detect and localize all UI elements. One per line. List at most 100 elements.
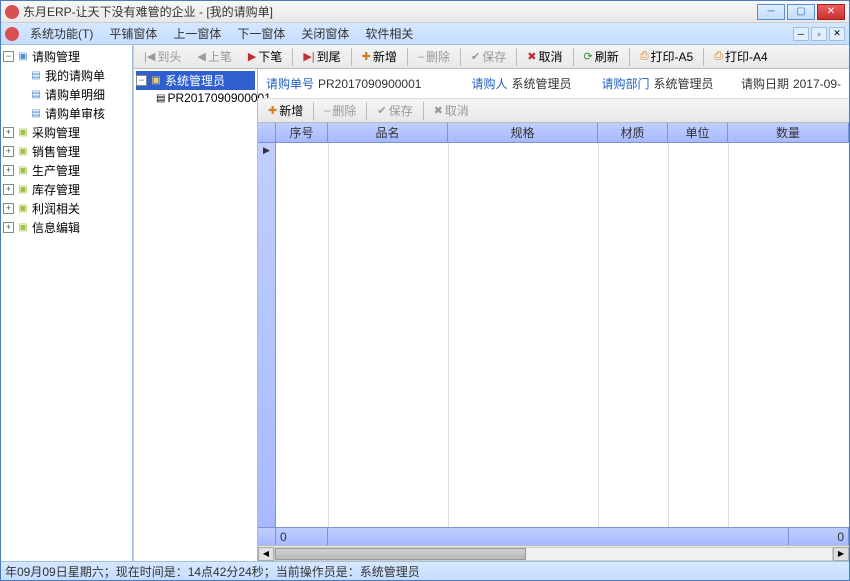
detail-save-button[interactable]: ✔保存 <box>370 99 419 122</box>
plus-icon: ✚ <box>362 50 371 63</box>
window-title: 东月ERP-让天下没有难管的企业 - [我的请购单] <box>23 3 757 20</box>
last-button[interactable]: ▶|到尾 <box>296 45 347 68</box>
expand-icon[interactable]: + <box>3 184 14 195</box>
document-icon: ▤ <box>29 108 43 120</box>
add-button[interactable]: ✚新增 <box>355 45 404 68</box>
first-icon: |◀ <box>144 50 155 63</box>
minimize-button[interactable]: ─ <box>757 4 785 20</box>
refresh-icon: ⟳ <box>584 50 593 63</box>
document-icon: ▤ <box>29 89 43 101</box>
scroll-track[interactable] <box>274 547 833 561</box>
horizontal-scrollbar[interactable]: ◀ ▶ <box>258 545 849 561</box>
scroll-thumb[interactable] <box>275 548 526 560</box>
collapse-icon[interactable]: − <box>136 75 147 86</box>
expand-icon[interactable]: + <box>3 146 14 157</box>
menu-software[interactable]: 软件相关 <box>357 23 421 44</box>
first-button[interactable]: |◀到头 <box>137 45 188 68</box>
mdi-close-button[interactable]: ✕ <box>829 27 845 41</box>
last-icon: ▶| <box>303 50 314 63</box>
buyer-label[interactable]: 请购人 <box>471 75 507 92</box>
document-tree[interactable]: − ▣ 系统管理员 ▤ PR2017090900001 <box>134 69 258 561</box>
tree-module-production[interactable]: +▣生产管理 <box>3 161 130 180</box>
grid-body[interactable]: ▶ <box>258 143 849 527</box>
tree-label: 库存管理 <box>32 181 80 198</box>
menu-next-window[interactable]: 下一窗体 <box>229 23 293 44</box>
row-marker: ▶ <box>258 143 276 527</box>
folder-icon: ▣ <box>16 203 30 215</box>
tree-label: 信息编辑 <box>32 219 80 236</box>
row-indicator-col <box>258 123 276 142</box>
menu-prev-window[interactable]: 上一窗体 <box>165 23 229 44</box>
order-no-value: PR2017090900001 <box>318 77 421 91</box>
tree-label: 利润相关 <box>32 200 80 217</box>
close-button[interactable]: ✕ <box>817 4 845 20</box>
module-tree[interactable]: − ▣ 请购管理 ▤ 我的请购单 ▤ 请购单明细 ▤ 请购单审核 +▣采购管理 … <box>1 45 133 561</box>
tree-item-audit[interactable]: ▤ 请购单审核 <box>3 104 130 123</box>
expand-icon[interactable]: + <box>3 165 14 176</box>
save-button[interactable]: ✔保存 <box>464 45 513 68</box>
detail-cancel-button[interactable]: ✖取消 <box>427 99 476 122</box>
menu-sysfunc[interactable]: 系统功能(T) <box>22 23 101 44</box>
folder-icon: ▣ <box>16 184 30 196</box>
col-seq[interactable]: 序号 <box>276 123 328 142</box>
tree-module-info[interactable]: +▣信息编辑 <box>3 218 130 237</box>
scroll-right-button[interactable]: ▶ <box>833 547 849 561</box>
expand-icon[interactable]: + <box>3 222 14 233</box>
col-spec[interactable]: 规格 <box>448 123 598 142</box>
menu-close-window[interactable]: 关闭窗体 <box>293 23 357 44</box>
folder-open-icon: ▣ <box>149 75 163 87</box>
menu-tile[interactable]: 平铺窗体 <box>101 23 165 44</box>
detail-delete-button[interactable]: –删除 <box>317 99 363 122</box>
maximize-button[interactable]: ▢ <box>787 4 815 20</box>
detail-grid[interactable]: 序号 品名 规格 材质 单位 数量 ▶ 0 0 ◀ ▶ <box>258 123 849 561</box>
delete-button[interactable]: –删除 <box>411 45 457 68</box>
footer-count: 0 <box>276 528 328 545</box>
col-material[interactable]: 材质 <box>598 123 668 142</box>
doc-tree-label: PR2017090900001 <box>167 91 270 105</box>
minus-icon: – <box>418 51 424 63</box>
collapse-icon[interactable]: − <box>3 51 14 62</box>
tree-label: 我的请购单 <box>45 67 105 84</box>
next-button[interactable]: ▶下笔 <box>241 45 289 68</box>
prev-button[interactable]: ◀上笔 <box>190 45 238 68</box>
folder-icon: ▣ <box>16 222 30 234</box>
expand-icon[interactable]: + <box>3 127 14 138</box>
order-no-label[interactable]: 请购单号 <box>266 75 314 92</box>
tree-module-profit[interactable]: +▣利润相关 <box>3 199 130 218</box>
status-bar: 年09月09日星期六；现在时间是：14点42分24秒；当前操作员是：系统管理员 <box>1 561 849 580</box>
printer-icon: ⎙ <box>714 50 723 63</box>
dept-label[interactable]: 请购部门 <box>601 75 649 92</box>
expand-icon[interactable]: + <box>3 203 14 214</box>
tree-module-inventory[interactable]: +▣库存管理 <box>3 180 130 199</box>
date-value: 2017-09- <box>793 77 841 91</box>
col-qty[interactable]: 数量 <box>728 123 849 142</box>
tree-module-sales[interactable]: +▣销售管理 <box>3 142 130 161</box>
mdi-minimize-button[interactable]: ─ <box>793 27 809 41</box>
tree-item-my-requisition[interactable]: ▤ 我的请购单 <box>3 66 130 85</box>
mdi-restore-button[interactable]: ▫ <box>811 27 827 41</box>
col-name[interactable]: 品名 <box>328 123 448 142</box>
footer-qty: 0 <box>789 528 849 545</box>
tree-item-detail[interactable]: ▤ 请购单明细 <box>3 85 130 104</box>
tree-root-requisition[interactable]: − ▣ 请购管理 <box>3 47 130 66</box>
cancel-button[interactable]: ✖取消 <box>520 45 569 68</box>
date-label: 请购日期 <box>741 75 789 92</box>
tree-label: 采购管理 <box>32 124 80 141</box>
scroll-left-button[interactable]: ◀ <box>258 547 274 561</box>
check-icon: ✔ <box>377 104 386 117</box>
folder-icon: ▣ <box>16 165 30 177</box>
tree-module-purchase[interactable]: +▣采购管理 <box>3 123 130 142</box>
folder-icon: ▣ <box>16 51 30 63</box>
print-a4-button[interactable]: ⎙打印-A4 <box>707 45 775 68</box>
detail-add-button[interactable]: ✚新增 <box>261 99 310 122</box>
x-icon: ✖ <box>434 104 443 117</box>
col-unit[interactable]: 单位 <box>668 123 728 142</box>
print-a5-button[interactable]: ⎙打印-A5 <box>633 45 701 68</box>
doc-tree-root[interactable]: − ▣ 系统管理员 <box>136 71 255 90</box>
app-icon <box>5 27 19 41</box>
folder-icon: ▣ <box>16 127 30 139</box>
refresh-button[interactable]: ⟳刷新 <box>577 45 626 68</box>
tree-label: 生产管理 <box>32 162 80 179</box>
doc-tree-item[interactable]: ▤ PR2017090900001 <box>136 90 255 106</box>
title-bar: 东月ERP-让天下没有难管的企业 - [我的请购单] ─ ▢ ✕ <box>1 1 849 23</box>
